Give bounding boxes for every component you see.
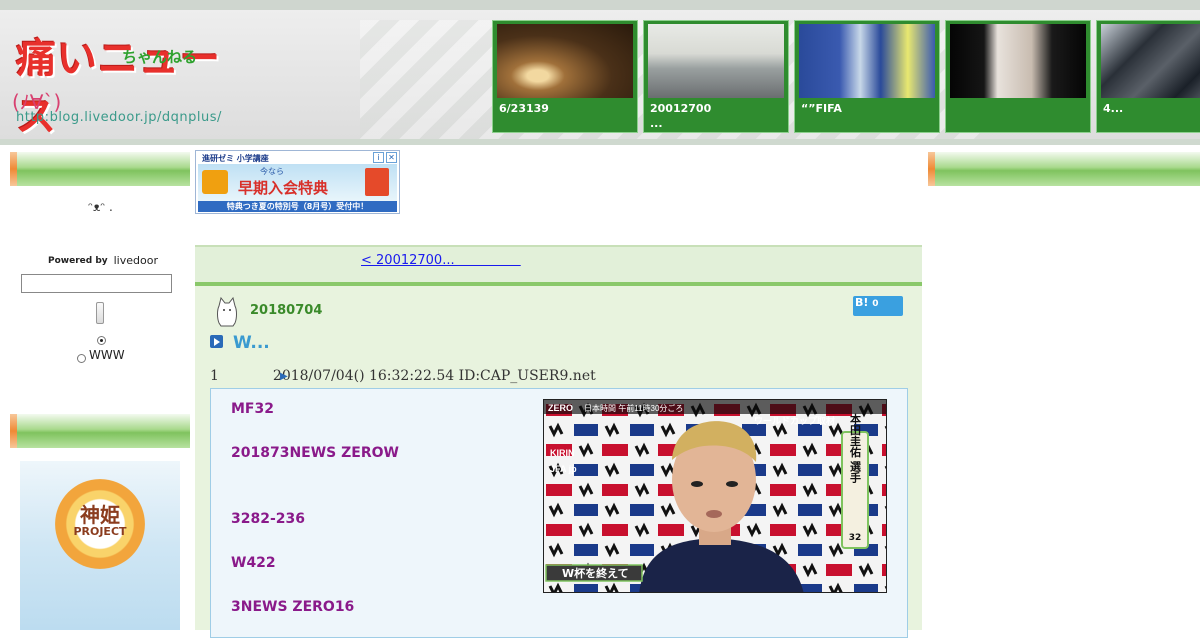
thumbnail-caption: 6/23139	[499, 102, 549, 115]
header-top-strip	[0, 0, 1200, 10]
ad-close-icon[interactable]: ✕	[386, 152, 397, 163]
previous-article-link[interactable]: < 20012700...	[361, 253, 521, 268]
ad-top-text: 進研ゼミ 小学講座	[202, 154, 269, 163]
ad-info-icon[interactable]: i	[373, 152, 384, 163]
sidebar-heading-bar	[10, 152, 190, 186]
article-line: 201873NEWS ZEROW	[231, 445, 399, 461]
thumbnail-caption: “”FIFA	[801, 102, 842, 115]
name-tag-text: 本田圭佑 選手	[849, 412, 863, 484]
thumbnail-image-person	[950, 24, 1086, 98]
livedoor-logo: livedoor	[113, 254, 158, 267]
thumbnail-card[interactable]	[945, 20, 1091, 133]
sidebar-emoticon: ᵔᴥᵔ .	[88, 200, 113, 214]
ad-main-text: 早期入会特典	[238, 179, 329, 197]
ad-bottom-text: 特典つき夏の特別号（8月号）受付中！	[198, 201, 397, 212]
post-meta: 2018/07/04() 16:32:22.54 ID:CAP_USER9.ne…	[272, 368, 596, 384]
right-sidebar-heading-bar	[928, 152, 1200, 186]
photo-caption: W杯を終えて	[562, 566, 629, 580]
thumbnail-image-classroom	[648, 24, 784, 98]
thumbnail-image-wreck	[1101, 24, 1200, 98]
logo-url: http:blog.livedoor.jp/dqnplus/	[16, 110, 222, 125]
name-tag-number: 32	[849, 533, 862, 543]
article-date: 20180704	[250, 303, 323, 318]
thumbnail-card[interactable]: 4...	[1096, 20, 1200, 133]
radio-blog[interactable]	[97, 336, 106, 345]
thumbnail-image-players	[799, 24, 935, 98]
anchor-arrow-icon: ▶	[280, 371, 288, 382]
hatena-bookmark-button[interactable]: B! 0	[853, 296, 903, 316]
ad-middle-panel: 今なら 早期入会特典	[198, 164, 397, 201]
article-nav-box	[195, 245, 922, 282]
article-line: 3NEWS ZERO16	[231, 599, 355, 615]
thumbnail-card[interactable]: “”FIFA	[794, 20, 940, 133]
advertisement-banner[interactable]: 進研ゼミ 小学講座 i ✕ 今なら 早期入会特典 特典つき夏の特別号（8月号）受…	[195, 150, 400, 214]
article-line: W422	[231, 555, 276, 571]
site-header: 痛いニュース ちゃんねる (ﾉ∀`) http:blog.livedoor.jp…	[0, 0, 1200, 145]
featured-thumbnails: 6/23139 20012700 ... “”FIFA 4...	[492, 20, 1200, 133]
powered-by-livedoor[interactable]: Powered by livedoor	[48, 254, 158, 267]
ad-box-icon	[202, 170, 228, 194]
radio-www[interactable]	[77, 354, 86, 363]
post-number: 1	[210, 368, 219, 384]
article-photo[interactable]: ZERO 日本時間 午前11時30分ごろ ワールドカップ取材 KIRIN JFA…	[543, 399, 887, 593]
sidebar-search-button[interactable]	[96, 302, 104, 324]
photo-side-text: ワールドカップ取材	[754, 415, 835, 426]
article-line: MF32	[231, 401, 274, 417]
banner-subtitle: PROJECT	[73, 525, 127, 538]
article-line: 3282-236	[231, 511, 305, 527]
thumbnail-card[interactable]: 20012700 ...	[643, 20, 789, 133]
post-header: 1 2018/07/04() 16:32:22.54 ID:CAP_USER9.n…	[210, 368, 596, 384]
header-bottom-strip	[0, 139, 1200, 145]
ad-controls: i ✕	[373, 152, 397, 163]
powered-by-label: Powered by	[48, 255, 108, 266]
logo-sub-text: ちゃんねる	[122, 48, 198, 66]
sidebar-heading-bar	[10, 414, 190, 448]
photo-logo: ZERO	[548, 403, 573, 413]
thumbnail-card[interactable]: 6/23139	[492, 20, 638, 133]
article-title[interactable]: W...	[233, 333, 270, 353]
photo-top-text: 日本時間 午前11時30分ごろ	[584, 403, 683, 413]
cat-icon	[217, 296, 237, 327]
banner-title: 神姫	[80, 503, 120, 527]
radio-www-label: WWW	[89, 348, 125, 362]
ad-book-icon	[365, 168, 389, 196]
thumbnail-caption: 20012700 ...	[650, 102, 712, 130]
thumbnail-image-cave	[497, 24, 633, 98]
thumbnail-caption: 4...	[1103, 102, 1124, 115]
photo-sponsor-1: KIRIN	[550, 448, 575, 458]
hatena-label: B!	[855, 296, 869, 309]
title-play-icon	[210, 335, 223, 348]
site-logo[interactable]: 痛いニュース ちゃんねる (ﾉ∀`) http:blog.livedoor.jp…	[12, 24, 232, 140]
project-banner[interactable]: 神姫 PROJECT	[20, 461, 180, 630]
photo-sponsor-2: JFA jp	[550, 464, 577, 474]
press-conference-image: ZERO 日本時間 午前11時30分ごろ ワールドカップ取材 KIRIN JFA…	[544, 400, 886, 592]
sidebar-search-input[interactable]	[21, 274, 172, 293]
ad-small-text: 今なら	[260, 167, 284, 176]
hatena-count: 0	[872, 299, 879, 309]
